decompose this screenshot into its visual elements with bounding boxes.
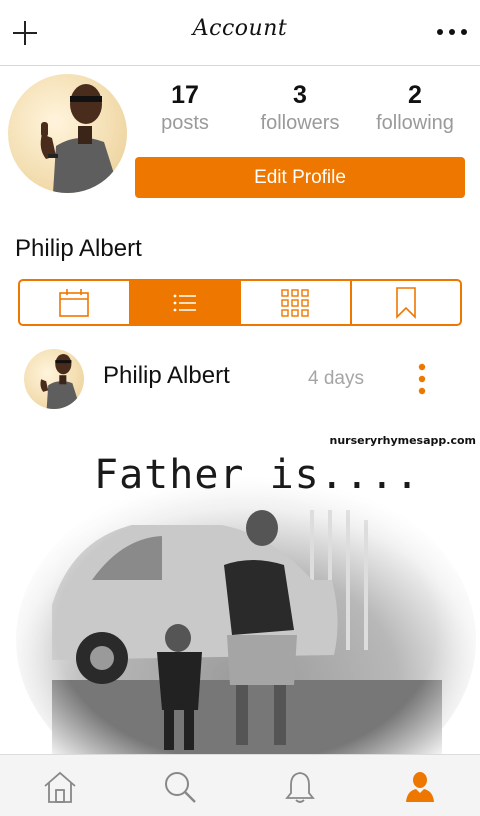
following-stat[interactable]: 2 following [360, 80, 470, 136]
profile-avatar[interactable] [8, 74, 127, 193]
tab-calendar[interactable] [20, 281, 131, 324]
home-icon[interactable] [42, 769, 78, 805]
tab-list[interactable] [130, 281, 241, 324]
post-image[interactable]: nurseryrhymesapp.com Father is.... [12, 430, 480, 754]
following-label: following [376, 112, 454, 134]
followers-stat[interactable]: 3 followers [245, 80, 355, 136]
edit-profile-button[interactable]: Edit Profile [135, 157, 465, 198]
profile-name: Philip Albert [15, 235, 142, 262]
more-vertical-icon[interactable] [415, 362, 429, 396]
followers-label: followers [260, 112, 340, 134]
image-caption: Father is.... [94, 452, 421, 498]
top-bar: Account [0, 0, 480, 66]
post-author-photo [40, 354, 81, 409]
bookmark-icon [395, 286, 416, 319]
more-horizontal-icon[interactable] [436, 22, 468, 42]
list-icon [173, 294, 196, 311]
calendar-icon [59, 288, 90, 317]
posts-label: posts [161, 112, 209, 134]
grid-icon [281, 288, 309, 317]
post-timestamp: 4 days [308, 368, 364, 389]
image-watermark: nurseryrhymesapp.com [329, 434, 476, 447]
profile-icon[interactable] [402, 769, 438, 805]
bottom-nav [0, 754, 480, 816]
bell-icon[interactable] [282, 769, 318, 805]
search-icon[interactable] [162, 769, 198, 805]
post-author-avatar[interactable] [24, 349, 84, 409]
page-title: Account [192, 16, 288, 41]
following-count: 2 [408, 81, 422, 109]
posts-count: 17 [171, 81, 199, 109]
tab-grid[interactable] [241, 281, 352, 324]
tab-bookmark[interactable] [352, 281, 461, 324]
profile-photo [40, 84, 120, 193]
posts-stat[interactable]: 17 posts [130, 80, 240, 136]
view-mode-tabs [18, 279, 462, 326]
followers-count: 3 [293, 81, 307, 109]
post-author-name[interactable]: Philip Albert [103, 362, 230, 390]
